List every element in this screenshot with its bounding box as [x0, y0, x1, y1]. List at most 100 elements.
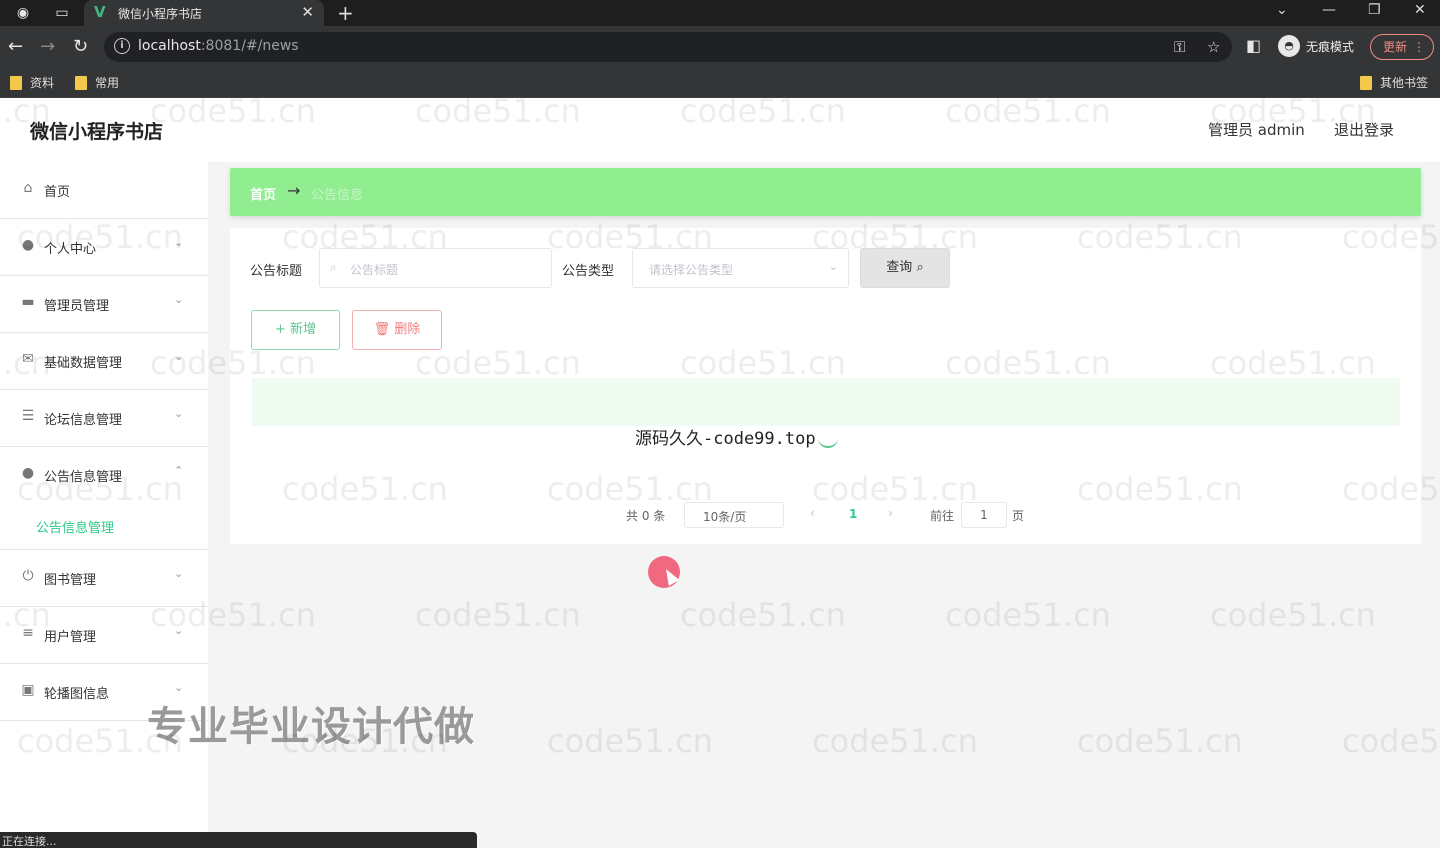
submenu-item-notices[interactable]: 公告信息管理: [0, 504, 208, 550]
back-icon[interactable]: ←: [8, 36, 23, 57]
restore-icon[interactable]: ❐: [1368, 2, 1381, 18]
notice-title-placeholder: 公告标题: [350, 263, 399, 277]
sidebar-item-admins[interactable]: ▬ 管理员管理 ⌄: [0, 276, 208, 333]
address-bar[interactable]: i localhost:8081/#/news ⚿ ☆: [104, 32, 1232, 62]
admin-label: 管理员 admin: [1208, 121, 1305, 139]
sidebar-item-forum[interactable]: ☰ 论坛信息管理 ⌄: [0, 390, 208, 447]
bookmark-label: 资料: [30, 76, 55, 90]
forward-icon[interactable]: →: [40, 36, 55, 57]
delete-button[interactable]: 🗑 删除: [352, 310, 442, 350]
goto-page-input[interactable]: 1: [961, 502, 1007, 528]
tab-list-chevron-icon[interactable]: ⌄: [1276, 2, 1288, 18]
chevron-down-icon: ⌄: [174, 567, 184, 580]
plus-icon: +: [274, 322, 286, 337]
logout-link[interactable]: 退出登录: [1334, 119, 1394, 140]
chevron-down-icon: ⌄: [174, 681, 184, 694]
chevron-up-icon: ⌃: [174, 464, 184, 477]
sidebar-item-home[interactable]: ⌂ 首页: [0, 162, 208, 219]
incognito-label: 无痕模式: [1306, 39, 1355, 54]
app-header: 微信小程序书店 管理员 admin 退出登录: [0, 98, 1440, 162]
sidebar-item-label: 用户管理: [44, 630, 97, 645]
chevron-down-icon: ⌄: [828, 260, 838, 273]
watermark-text: code51.cn: [1077, 722, 1243, 760]
sliders-icon: ≡: [22, 625, 34, 641]
site-title: 微信小程序书店: [30, 121, 164, 143]
breadcrumb: 首页 → 公告信息: [230, 168, 1421, 216]
side-panel-icon[interactable]: ◧: [1246, 36, 1261, 55]
loading-spinner-icon: [818, 434, 838, 448]
query-button[interactable]: 查询 ⌕: [860, 248, 950, 288]
notice-title-label: 公告标题: [250, 264, 303, 279]
bookmarks-bar: 资料 常用 其他书签: [0, 68, 1440, 98]
incognito-icon: ◓: [1278, 35, 1300, 57]
folder-icon: [10, 75, 22, 90]
bookmark-star-icon[interactable]: ☆: [1207, 38, 1220, 56]
breadcrumb-arrow-icon: →: [287, 181, 301, 200]
folder-icon: [1360, 75, 1372, 90]
breadcrumb-home[interactable]: 首页: [250, 184, 276, 203]
main-panel: 公告标题 ⌕ 公告标题 公告类型 请选择公告类型 ⌄ 查询 ⌕ + 新增 🗑 删…: [230, 228, 1421, 544]
site-info-icon[interactable]: i: [114, 38, 130, 54]
page-size-select[interactable]: 10条/页 ⌄: [684, 502, 784, 528]
prev-page-icon[interactable]: ‹: [810, 506, 815, 520]
image-icon: ▣: [21, 682, 35, 698]
add-label: 新增: [290, 322, 317, 337]
url-text[interactable]: localhost:8081/#/news: [138, 38, 299, 54]
notice-type-label: 公告类型: [562, 264, 615, 279]
user-icon: ●: [21, 237, 35, 253]
watermark-text: code51.cn: [945, 596, 1111, 634]
sidebar-item-users[interactable]: ≡ 用户管理 ⌄: [0, 607, 208, 664]
sidebar-item-notices[interactable]: ● 公告信息管理 ⌃: [0, 447, 208, 504]
notice-type-select[interactable]: 请选择公告类型 ⌄: [632, 248, 849, 288]
sidebar-item-base-data[interactable]: ✉ 基础数据管理 ⌄: [0, 333, 208, 390]
promo-overlay-text: 专业毕业设计代做: [147, 704, 475, 750]
page-number[interactable]: 1: [849, 507, 857, 521]
pagination-total: 共 0 条: [626, 509, 666, 523]
bookmark-folder-1[interactable]: 资料: [10, 74, 54, 91]
tab-close-icon[interactable]: ✕: [301, 3, 314, 21]
status-text: 正在连接...: [2, 835, 57, 848]
other-bookmarks[interactable]: 其他书签: [1360, 74, 1428, 91]
new-tab-icon[interactable]: +: [337, 1, 354, 25]
folder-icon: [75, 75, 87, 90]
bookmark-folder-2[interactable]: 常用: [75, 74, 119, 91]
query-label: 查询: [886, 260, 913, 275]
sidebar-item-label: 首页: [44, 185, 71, 200]
chevron-down-icon: ⌄: [174, 624, 184, 637]
submenu-item-label: 公告信息管理: [36, 521, 115, 536]
search-icon: ⌕: [916, 260, 924, 275]
table-header: [252, 378, 1400, 426]
incognito-indicator[interactable]: ◓ 无痕模式: [1278, 35, 1354, 57]
tab-title: 微信小程序书店: [118, 7, 203, 21]
sidebar-item-label: 论坛信息管理: [44, 413, 123, 428]
sidebar-item-profile[interactable]: ● 个人中心 ⌄: [0, 219, 208, 276]
chevron-down-icon: ⌄: [174, 236, 184, 249]
update-button[interactable]: 更新 ⋮: [1370, 34, 1434, 60]
chevron-down-icon: ⌄: [703, 508, 712, 519]
key-icon[interactable]: ⚿: [1174, 38, 1185, 56]
bookmark-label: 常用: [95, 76, 120, 90]
next-page-icon[interactable]: ›: [888, 506, 893, 520]
browser-toolbar: ← → ↻ i localhost:8081/#/news ⚿ ☆ ◧ ◓ 无痕…: [0, 26, 1440, 68]
browser-tab[interactable]: V 微信小程序书店 ✕: [84, 0, 324, 26]
page-viewport: 微信小程序书店 管理员 admin 退出登录 ⌂ 首页 ● 个人中心 ⌄ ▬ 管…: [0, 98, 1440, 848]
tab-search-icon[interactable]: ▭: [53, 4, 71, 22]
minimize-icon[interactable]: —: [1322, 2, 1336, 18]
more-menu-icon: ⋮: [1413, 40, 1425, 54]
sidebar-item-label: 公告信息管理: [44, 470, 123, 485]
chevron-down-icon: ⌄: [174, 350, 184, 363]
reload-icon[interactable]: ↻: [73, 36, 88, 57]
trash-icon: 🗑: [373, 322, 391, 337]
pagination: 共 0 条 10条/页 ⌄ ‹ 1 › 前往 1 页: [230, 502, 1421, 528]
notice-title-input[interactable]: ⌕ 公告标题: [319, 248, 552, 288]
sidebar-item-label: 个人中心: [44, 242, 97, 257]
status-bar: 正在连接...: [0, 832, 477, 848]
bookmark-label: 其他书签: [1380, 76, 1429, 90]
close-window-icon[interactable]: ✕: [1414, 2, 1426, 18]
browser-menu-icon[interactable]: ◉: [14, 4, 32, 22]
sidebar-item-books[interactable]: ⏻ 图书管理 ⌄: [0, 550, 208, 607]
overlay-watermark-text: 源码久久-code99.top: [635, 429, 816, 449]
add-button[interactable]: + 新增: [251, 310, 340, 350]
search-icon: ⌕: [330, 260, 337, 274]
power-icon: ⏻: [22, 568, 34, 584]
